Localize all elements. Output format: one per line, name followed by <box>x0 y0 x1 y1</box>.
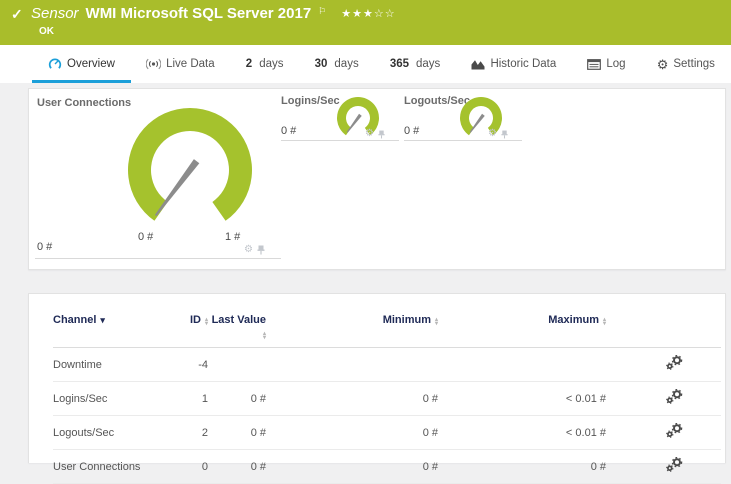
tab-number: 30 <box>314 58 328 70</box>
cell-last-value: 0 # <box>208 449 266 484</box>
tab-label: days <box>259 58 284 70</box>
gauge-arc <box>128 108 252 221</box>
status-badge: OK <box>39 26 54 37</box>
tab-label: Live Data <box>166 58 215 70</box>
tab-overview[interactable]: Overview <box>32 45 131 83</box>
tab-live-data[interactable]: Live Data <box>144 45 217 83</box>
tab-historic-data[interactable]: Historic Data <box>469 45 558 83</box>
pin-icon[interactable] <box>257 245 265 255</box>
gauge-title: Logins/Sec <box>281 95 340 107</box>
cell-minimum <box>266 347 438 382</box>
broadcast-icon <box>146 58 162 70</box>
cell-minimum: 0 # <box>266 449 438 484</box>
gauge-settings-gear-icon[interactable]: ⚙ <box>244 245 253 255</box>
tab-number: 2 <box>245 58 253 70</box>
cell-maximum <box>438 347 606 382</box>
flag-icon[interactable]: ⚐ <box>318 6 326 17</box>
gauge-settings-gear-icon[interactable]: ⚙ <box>488 129 497 139</box>
column-header-id[interactable]: ID ▴ ▾ <box>183 294 208 348</box>
cell-last-value <box>208 347 266 382</box>
object-kind-label: Sensor <box>31 5 79 22</box>
gauge-needle <box>154 159 200 217</box>
sensor-title: WMI Microsoft SQL Server 2017 <box>85 5 312 22</box>
gauge-logins-sec[interactable]: Logins/Sec 0 # ⚙ <box>281 95 399 141</box>
cell-last-value: 0 # <box>208 415 266 450</box>
tab-settings[interactable]: ⚙ Settings <box>655 45 717 83</box>
sensor-tabbar: Overview Live Data 2 days 30 days 365 da… <box>0 45 731 83</box>
gauge-needle <box>346 113 362 133</box>
gauge-settings-gear-icon[interactable]: ⚙ <box>365 129 374 139</box>
table-header-row: Channel ▾ ID ▴ ▾ Last Value ▴ ▾ Minimum ▴ ▾ Max… <box>53 294 721 348</box>
cell-maximum: < 0.01 # <box>438 415 606 450</box>
column-header-maximum[interactable]: Maximum ▴ ▾ <box>438 294 606 348</box>
cell-minimum: 0 # <box>266 381 438 416</box>
log-list-icon <box>587 58 602 70</box>
channels-panel: Channel ▾ ID ▴ ▾ Last Value ▴ ▾ Minimum ▴ ▾ Max… <box>28 293 726 484</box>
gauge-scale-min: 0 # <box>138 231 154 243</box>
gear-icon: ⚙ <box>656 56 669 72</box>
pin-icon[interactable] <box>501 130 508 139</box>
gauge-user-connections[interactable]: User Connections 0 # 1 # 0 # ⚙ <box>35 95 281 259</box>
column-header-actions <box>606 294 721 348</box>
cell-minimum: 0 # <box>266 415 438 450</box>
table-row[interactable]: User Connections 0 0 # 0 # 0 # <box>53 449 721 484</box>
gauge-icon <box>48 58 62 69</box>
table-row[interactable]: Logins/Sec 1 0 # 0 # < 0.01 # <box>53 381 721 416</box>
area-chart-icon <box>471 60 485 70</box>
tab-label: days <box>334 58 359 70</box>
cell-id: 1 <box>183 381 208 416</box>
cell-last-value: 0 # <box>208 381 266 416</box>
gauge-needle <box>469 113 485 133</box>
channel-settings-cogs-icon[interactable] <box>666 354 683 370</box>
column-header-minimum[interactable]: Minimum ▴ ▾ <box>266 294 438 348</box>
sort-icon: ▴ ▾ <box>434 317 438 327</box>
cell-id: 0 <box>183 449 208 484</box>
gauge-logouts-sec[interactable]: Logouts/Sec 0 # ⚙ <box>404 95 522 141</box>
tab-label: Settings <box>673 58 715 70</box>
gauge-dial <box>128 108 252 221</box>
tab-number: 365 <box>389 58 410 70</box>
gauge-scale-max: 1 # <box>225 231 241 243</box>
cell-channel: Logouts/Sec <box>53 415 183 450</box>
channel-settings-cogs-icon[interactable] <box>666 422 683 438</box>
cell-channel: User Connections <box>53 449 183 484</box>
cell-id: 2 <box>183 415 208 450</box>
tab-365-days[interactable]: 365 days <box>388 45 442 83</box>
sort-icon: ▴ ▾ <box>602 317 606 327</box>
cell-maximum: 0 # <box>438 449 606 484</box>
cell-channel: Downtime <box>53 347 183 382</box>
tab-label: Overview <box>67 58 115 70</box>
column-header-last-value[interactable]: Last Value ▴ ▾ <box>208 294 266 348</box>
gauge-current-value: 0 # <box>37 241 53 253</box>
tab-label: Historic Data <box>490 58 557 70</box>
gauge-current-value: 0 # <box>404 125 420 137</box>
sort-icon: ▴ ▾ <box>262 331 266 341</box>
sort-icon: ▴ ▾ <box>204 317 208 327</box>
tab-label: Log <box>606 58 626 70</box>
sort-desc-icon: ▾ <box>100 315 105 325</box>
tab-30-days[interactable]: 30 days <box>313 45 361 83</box>
channel-settings-cogs-icon[interactable] <box>666 456 683 472</box>
gauge-current-value: 0 # <box>281 125 297 137</box>
table-row[interactable]: Logouts/Sec 2 0 # 0 # < 0.01 # <box>53 415 721 450</box>
priority-stars[interactable]: ★★★☆☆ <box>341 7 395 20</box>
sensor-header: ✓ Sensor WMI Microsoft SQL Server 2017 ⚐… <box>0 0 731 45</box>
tab-log[interactable]: Log <box>585 45 627 83</box>
cell-channel: Logins/Sec <box>53 381 183 416</box>
cell-id: -4 <box>183 347 208 382</box>
channels-table: Channel ▾ ID ▴ ▾ Last Value ▴ ▾ Minimum ▴ ▾ Max… <box>53 294 721 484</box>
pin-icon[interactable] <box>378 130 385 139</box>
tab-2-days[interactable]: 2 days <box>244 45 286 83</box>
status-ok-check-icon: ✓ <box>11 6 23 22</box>
tab-label: days <box>416 58 441 70</box>
column-header-channel[interactable]: Channel ▾ <box>53 294 183 348</box>
channel-settings-cogs-icon[interactable] <box>666 388 683 404</box>
table-row[interactable]: Downtime -4 <box>53 347 721 382</box>
cell-maximum: < 0.01 # <box>438 381 606 416</box>
gauges-panel: User Connections 0 # 1 # 0 # ⚙ Logins/Se… <box>28 88 726 270</box>
